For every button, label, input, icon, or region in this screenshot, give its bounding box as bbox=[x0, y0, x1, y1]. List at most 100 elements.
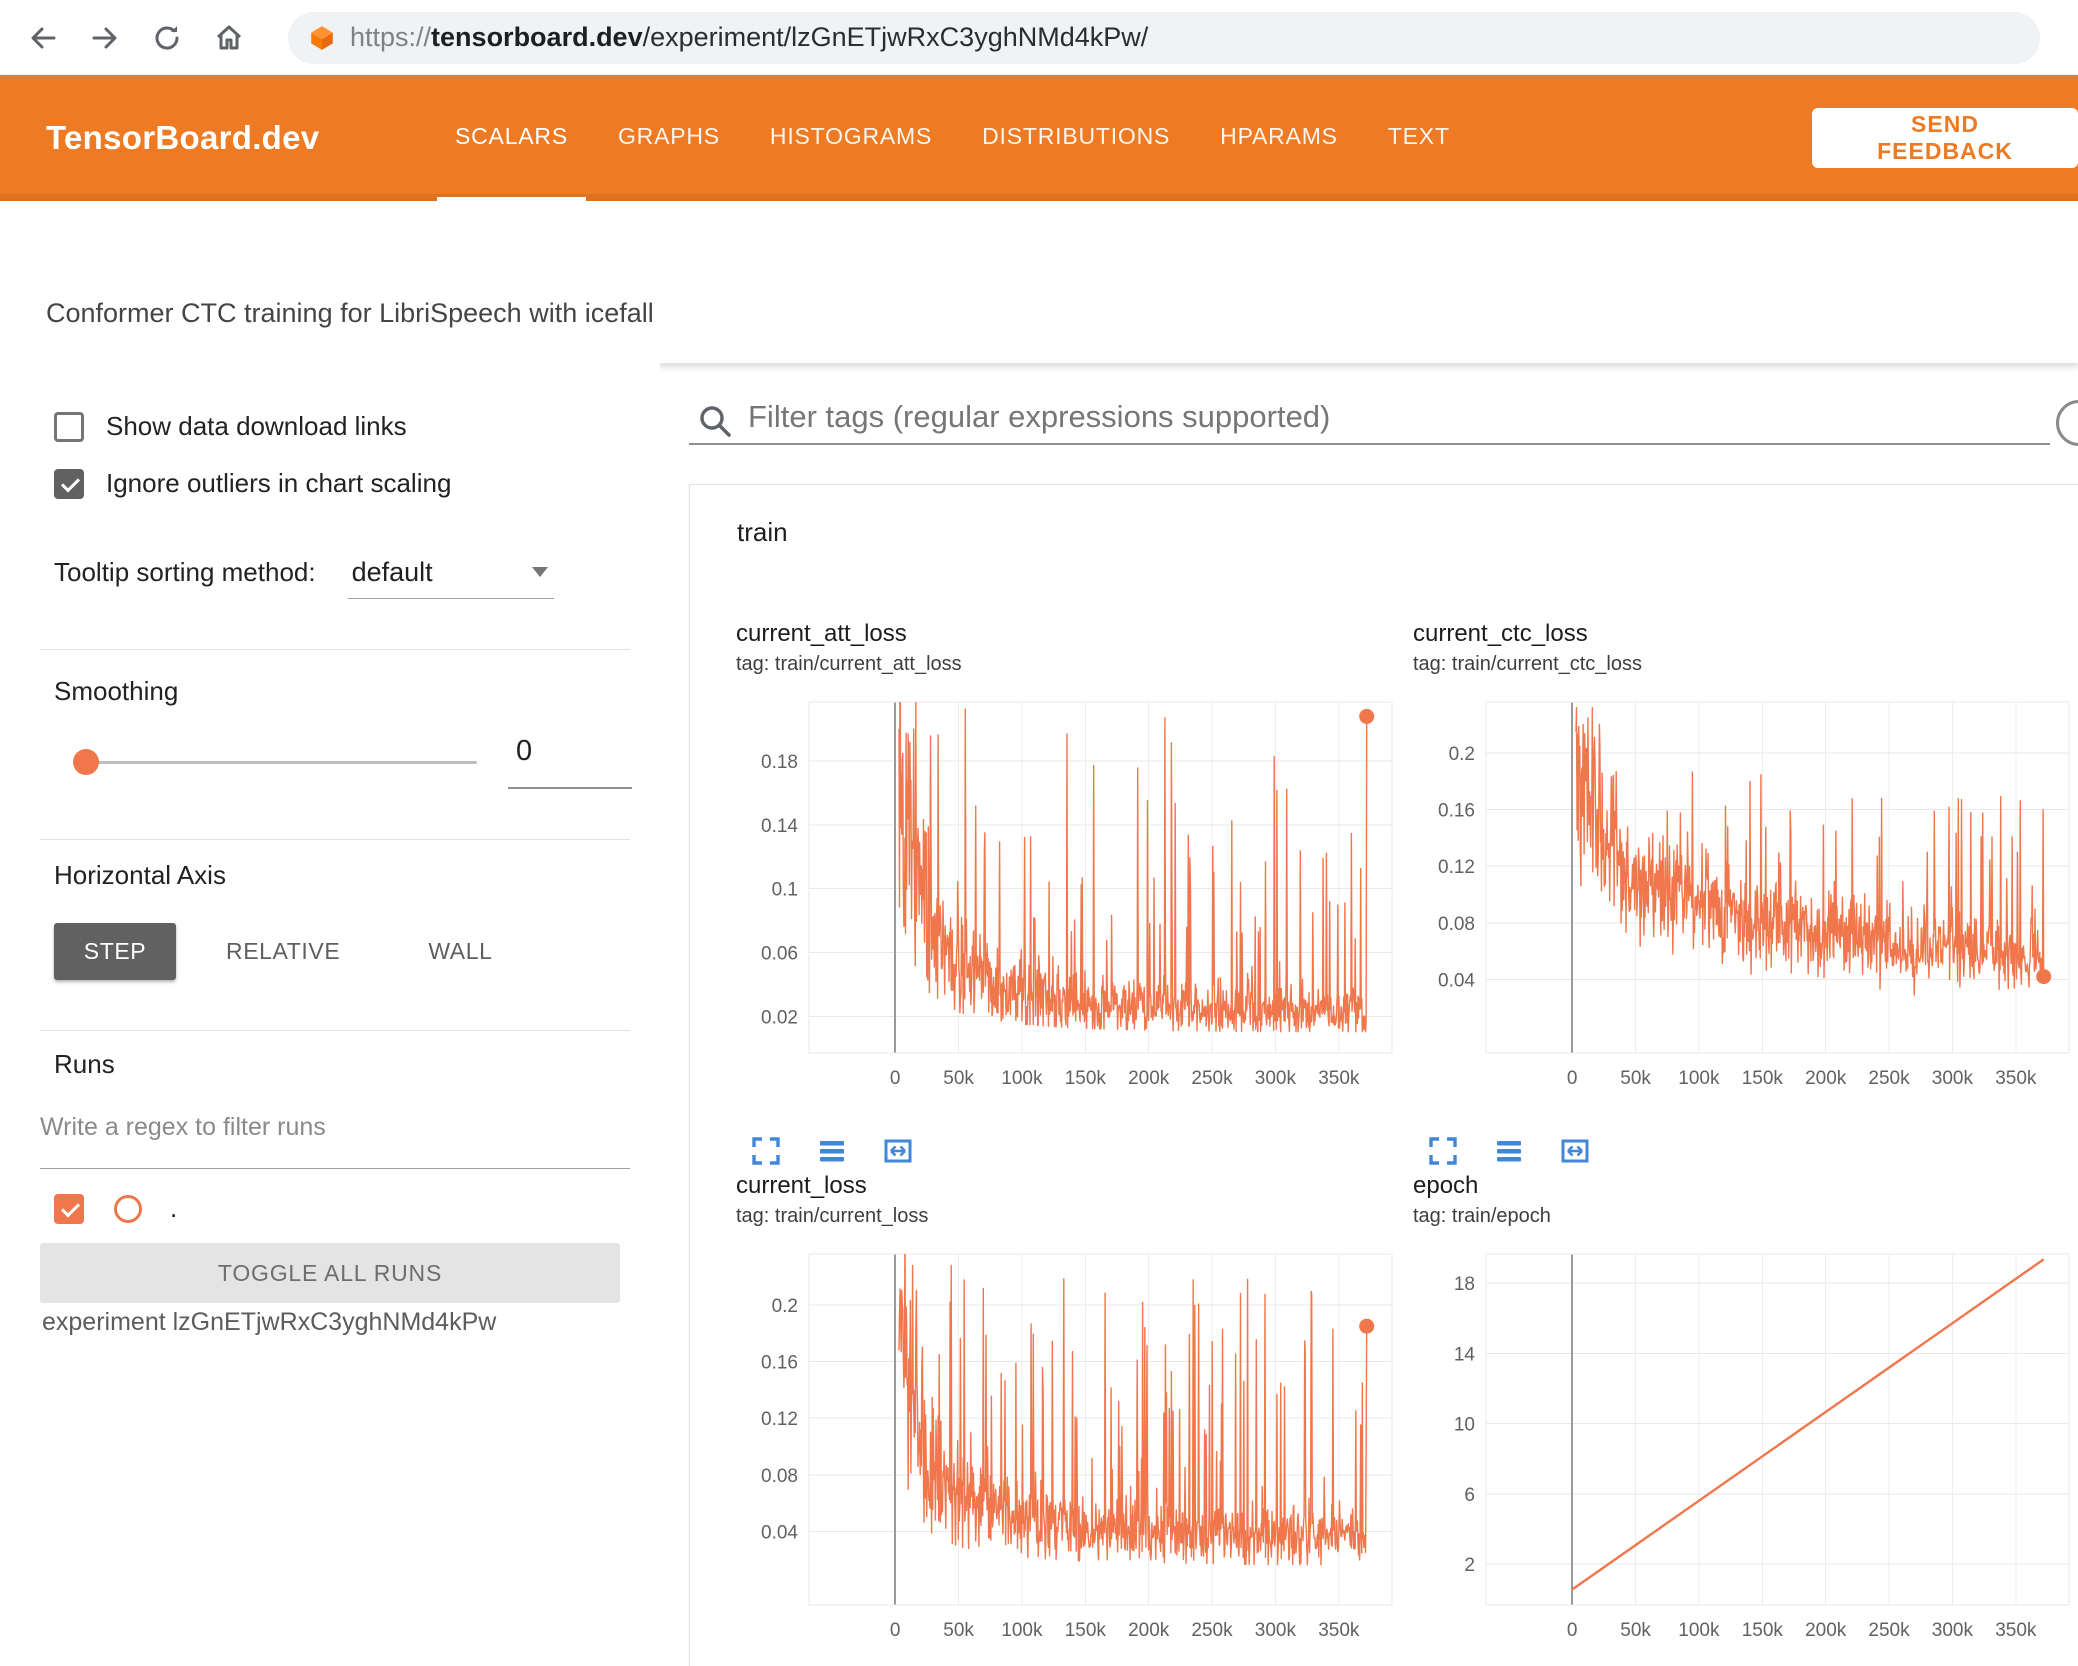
tensorboard-favicon bbox=[311, 25, 333, 50]
fullscreen-icon[interactable] bbox=[1427, 1111, 1459, 1165]
run-color-ring-icon[interactable] bbox=[114, 1194, 142, 1223]
svg-text:6: 6 bbox=[1464, 1485, 1475, 1506]
chart-canvas-current_loss[interactable]: 0.04 0.08 0.12 0.16 0.2 0 50k 100k 150k 200k 250k 3… bbox=[736, 1253, 1396, 1653]
runs-filter-underline bbox=[40, 1168, 630, 1169]
axis-step-button[interactable]: STEP bbox=[54, 923, 176, 980]
svg-text:0.16: 0.16 bbox=[1438, 801, 1475, 822]
filter-tags-input[interactable] bbox=[748, 394, 2008, 440]
browser-home-button[interactable] bbox=[212, 21, 246, 55]
svg-text:250k: 250k bbox=[1191, 1068, 1233, 1089]
experiment-subtitle: Conformer CTC training for LibriSpeech w… bbox=[46, 298, 654, 328]
chart-title: current_loss bbox=[736, 1172, 867, 1199]
smoothing-value-underline bbox=[508, 787, 632, 789]
scalar-chart-epoch: epoch tag: train/epoch 2 6 10 14 18 0 50k 100k 150… bbox=[1413, 1171, 2073, 1666]
svg-text:0.2: 0.2 bbox=[1449, 744, 1475, 765]
chart-canvas-current_ctc_loss[interactable]: 0.04 0.08 0.12 0.16 0.2 0 50k 100k 150k 200k 250k 3… bbox=[1413, 701, 2073, 1101]
tab-hparams[interactable]: HPARAMS bbox=[1202, 75, 1356, 201]
fullscreen-icon[interactable] bbox=[750, 1111, 782, 1165]
svg-text:0: 0 bbox=[1567, 1068, 1578, 1089]
experiment-subtitle-band: Conformer CTC training for LibriSpeech w… bbox=[0, 201, 2078, 363]
show-download-links-row[interactable]: Show data download links bbox=[54, 411, 407, 442]
show-download-links-checkbox[interactable] bbox=[54, 411, 84, 442]
url-text: https://tensorboard.dev/experiment/lzGnE… bbox=[350, 22, 1149, 52]
axis-relative-button[interactable]: RELATIVE bbox=[200, 923, 366, 980]
settings-gear-icon-partial[interactable] bbox=[2056, 400, 2078, 446]
chart-toolbar bbox=[1427, 1111, 2073, 1165]
svg-text:14: 14 bbox=[1454, 1344, 1476, 1365]
chart-canvas-epoch[interactable]: 2 6 10 14 18 0 50k 100k 150k 200k 250k 300k 350k bbox=[1413, 1253, 2073, 1653]
svg-text:0.1: 0.1 bbox=[772, 880, 798, 901]
tab-scalars[interactable]: SCALARS bbox=[437, 75, 586, 201]
send-feedback-button[interactable]: SEND FEEDBACK bbox=[1812, 108, 2078, 168]
fit-domain-icon[interactable] bbox=[1559, 1111, 1591, 1163]
run-name: . bbox=[170, 1193, 178, 1223]
tag-group-title[interactable]: train bbox=[737, 517, 788, 548]
browser-forward-button[interactable] bbox=[88, 21, 122, 55]
runs-filter-input[interactable] bbox=[40, 1113, 600, 1142]
svg-text:200k: 200k bbox=[1805, 1068, 1847, 1089]
svg-text:10: 10 bbox=[1454, 1415, 1475, 1436]
chart-title: epoch bbox=[1413, 1172, 1479, 1199]
svg-text:0.16: 0.16 bbox=[761, 1353, 798, 1374]
svg-text:50k: 50k bbox=[1620, 1620, 1651, 1641]
smoothing-label: Smoothing bbox=[54, 676, 179, 706]
scalar-chart-current_ctc_loss: current_ctc_loss tag: train/current_ctc_l… bbox=[1413, 619, 2073, 1165]
svg-text:100k: 100k bbox=[1001, 1620, 1043, 1641]
chart-tag: tag: train/current_ctc_loss bbox=[1413, 653, 1642, 675]
browser-back-button[interactable] bbox=[26, 21, 60, 55]
tooltip-sorting-dropdown[interactable]: default bbox=[347, 555, 554, 599]
svg-text:250k: 250k bbox=[1191, 1620, 1233, 1641]
tab-graphs[interactable]: GRAPHS bbox=[600, 75, 738, 201]
tooltip-sorting-label: Tooltip sorting method: bbox=[54, 557, 316, 587]
scalar-chart-current_loss: current_loss tag: train/current_loss 0.04 0… bbox=[736, 1171, 1396, 1666]
ignore-outliers-row[interactable]: Ignore outliers in chart scaling bbox=[54, 468, 451, 499]
chart-canvas-current_att_loss[interactable]: 0.02 0.06 0.1 0.14 0.18 0 50k 100k 150k 200k 250k 3… bbox=[736, 701, 1396, 1101]
fit-domain-icon[interactable] bbox=[882, 1111, 914, 1163]
home-icon bbox=[216, 25, 242, 49]
toggle-all-runs-button[interactable]: TOGGLE ALL RUNS bbox=[40, 1243, 620, 1303]
svg-text:300k: 300k bbox=[1932, 1620, 1974, 1641]
nav-tabs: SCALARS GRAPHS HISTOGRAMS DISTRIBUTIONS … bbox=[437, 75, 1468, 201]
svg-text:0.12: 0.12 bbox=[1438, 857, 1475, 878]
svg-text:350k: 350k bbox=[1995, 1620, 2037, 1641]
browser-chrome: https://tensorboard.dev/experiment/lzGnE… bbox=[0, 0, 2078, 75]
svg-text:250k: 250k bbox=[1868, 1068, 1910, 1089]
tab-distributions[interactable]: DISTRIBUTIONS bbox=[964, 75, 1188, 201]
smoothing-slider[interactable] bbox=[85, 761, 477, 764]
chart-tag: tag: train/current_att_loss bbox=[736, 653, 962, 675]
axis-wall-button[interactable]: WALL bbox=[402, 923, 518, 980]
svg-text:0.08: 0.08 bbox=[1438, 914, 1475, 935]
svg-text:50k: 50k bbox=[1620, 1068, 1651, 1089]
scalar-chart-current_att_loss: current_att_loss tag: train/current_att_l… bbox=[736, 619, 1396, 1165]
svg-text:50k: 50k bbox=[943, 1620, 974, 1641]
divider bbox=[40, 839, 630, 840]
svg-text:150k: 150k bbox=[1742, 1620, 1784, 1641]
tab-text[interactable]: TEXT bbox=[1370, 75, 1468, 201]
browser-reload-button[interactable] bbox=[150, 21, 184, 55]
experiment-caption: experiment lzGnETjwRxC3yghNMd4kPw bbox=[42, 1308, 497, 1336]
svg-text:0: 0 bbox=[890, 1068, 901, 1089]
horizontal-axis-label: Horizontal Axis bbox=[54, 860, 226, 890]
svg-text:0.12: 0.12 bbox=[761, 1409, 798, 1430]
series-list-icon[interactable] bbox=[1493, 1111, 1525, 1162]
tooltip-sorting-value: default bbox=[351, 557, 433, 587]
series-list-icon[interactable] bbox=[816, 1111, 848, 1162]
run-row[interactable]: . bbox=[54, 1193, 177, 1224]
svg-text:250k: 250k bbox=[1868, 1620, 1910, 1641]
ignore-outliers-checkbox[interactable] bbox=[54, 468, 84, 499]
svg-text:200k: 200k bbox=[1805, 1620, 1847, 1641]
svg-text:300k: 300k bbox=[1255, 1068, 1297, 1089]
run-checkbox[interactable] bbox=[54, 1193, 84, 1224]
train-tag-group-card: train current_att_loss tag: train/current… bbox=[689, 484, 2078, 1666]
horizontal-axis-buttons: STEP RELATIVE WALL bbox=[54, 923, 519, 980]
divider bbox=[40, 1030, 630, 1031]
tab-histograms[interactable]: HISTOGRAMS bbox=[752, 75, 950, 201]
svg-text:0: 0 bbox=[890, 1620, 901, 1641]
svg-text:100k: 100k bbox=[1678, 1068, 1720, 1089]
svg-text:0.04: 0.04 bbox=[761, 1522, 798, 1543]
url-bar[interactable]: https://tensorboard.dev/experiment/lzGnE… bbox=[288, 11, 2040, 64]
app-header: TensorBoard.dev SCALARS GRAPHS HISTOGRAM… bbox=[0, 75, 2078, 201]
smoothing-slider-knob[interactable] bbox=[73, 749, 99, 775]
runs-label: Runs bbox=[54, 1049, 115, 1079]
svg-text:50k: 50k bbox=[943, 1068, 974, 1089]
